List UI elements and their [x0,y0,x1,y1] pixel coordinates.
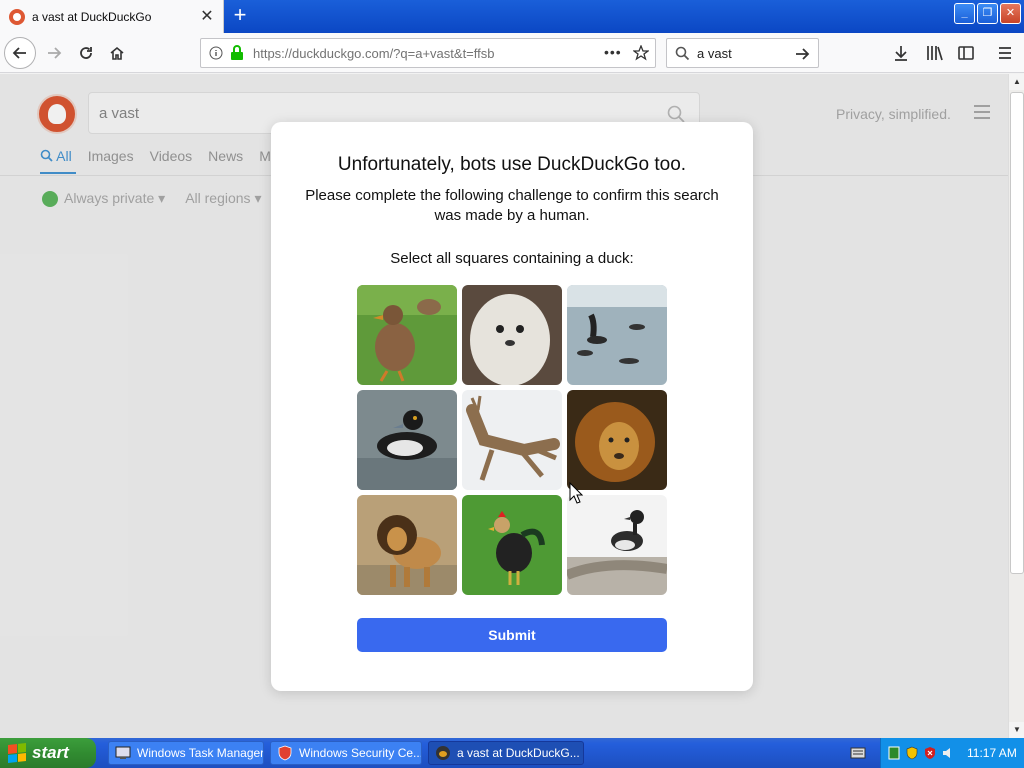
page-actions-icon[interactable]: ••• [604,44,622,60]
close-window-button[interactable]: ✕ [1000,3,1021,24]
forward-arrow-icon [48,47,62,59]
duck-image [357,390,457,490]
lion-image [357,495,457,595]
captcha-subtitle: Please complete the following challenge … [305,187,719,224]
browser-tab[interactable]: a vast at DuckDuckGo ✕ [0,0,224,33]
captcha-tile-rooster[interactable] [462,495,562,595]
system-tray: 11:17 AM [880,738,1024,768]
window-controls: _ ❐ ✕ [954,3,1021,24]
task-manager-icon [115,746,131,759]
url-bar[interactable]: https://duckduckgo.com/?q=a+vast&t=ffsb … [200,38,656,68]
close-tab-icon[interactable]: ✕ [199,8,215,25]
reload-button[interactable] [70,37,102,69]
search-go-arrow-icon[interactable] [794,46,810,62]
info-icon[interactable] [209,46,223,60]
captcha-prompt: Select all squares containing a duck: [390,250,634,267]
duck-image [567,495,667,595]
captcha-tile-duck[interactable] [357,390,457,490]
new-tab-button[interactable]: + [229,4,251,27]
captcha-tile-deer[interactable] [462,390,562,490]
search-bar-input[interactable] [697,45,787,61]
search-bar[interactable] [666,38,819,68]
green-tray-icon[interactable] [887,746,901,760]
navigation-toolbar: https://duckduckgo.com/?q=a+vast&t=ffsb … [0,33,1024,73]
duckduckgo-favicon-icon [9,8,25,25]
library-icon[interactable] [926,45,944,61]
downloads-icon[interactable] [893,45,909,61]
search-icon [675,46,690,61]
windows-taskbar: start Windows Task Manager Windows Secur… [0,738,1024,768]
tab-title: a vast at DuckDuckGo [32,9,152,24]
mouse-cursor-icon [569,482,583,504]
duck-icon [436,746,450,760]
back-button[interactable] [4,37,36,69]
scroll-down-icon[interactable]: ▼ [1009,722,1024,738]
deer-image [462,390,562,490]
bookmark-star-icon[interactable] [633,45,649,61]
sidebar-icon[interactable] [958,45,974,61]
volume-icon[interactable] [941,746,955,760]
lock-icon [231,45,243,60]
minimize-button[interactable]: _ [954,3,975,24]
captcha-tile-seal[interactable] [462,285,562,385]
maximize-button[interactable]: ❐ [977,3,998,24]
duck-image [357,285,457,385]
captcha-tile-penguins[interactable] [567,285,667,385]
security-warning-shield-icon[interactable] [923,746,937,760]
forward-button[interactable] [38,37,70,69]
submit-button[interactable]: Submit [357,618,667,652]
rooster-image [462,495,562,595]
keyboard-icon[interactable] [850,746,866,760]
scroll-thumb[interactable] [1010,92,1024,574]
window-titlebar: a vast at DuckDuckGo ✕ + _ ❐ ✕ [0,0,1024,33]
security-shield-icon [278,745,292,761]
reload-icon [80,47,92,59]
captcha-tile-duck[interactable] [357,285,457,385]
captcha-tile-duck[interactable] [567,495,667,595]
captcha-image-grid [357,285,667,595]
vertical-scrollbar[interactable]: ▲ ▼ [1008,74,1024,738]
seal-image [462,285,562,385]
penguins-image [567,285,667,385]
taskbar-security-center[interactable]: Windows Security Ce... [270,741,422,765]
menu-icon[interactable] [997,45,1013,61]
taskbar-task-manager[interactable]: Windows Task Manager [108,741,264,765]
start-button[interactable]: start [0,738,96,768]
captcha-tile-lion[interactable] [567,390,667,490]
captcha-tile-lion[interactable] [357,495,457,595]
captcha-title: Unfortunately, bots use DuckDuckGo too. [337,154,687,175]
back-arrow-icon [12,47,26,59]
home-icon [110,46,124,60]
system-clock[interactable]: 11:17 AM [967,746,1017,760]
security-alert-shield-icon[interactable] [905,746,919,760]
lion-image [567,390,667,490]
taskbar-firefox[interactable]: a vast at DuckDuckG... [428,741,584,765]
home-button[interactable] [101,37,133,69]
windows-flag-icon [8,743,26,763]
url-text: https://duckduckgo.com/?q=a+vast&t=ffsb [253,46,495,61]
captcha-modal: Unfortunately, bots use DuckDuckGo too. … [271,122,753,691]
scroll-up-icon[interactable]: ▲ [1009,74,1024,90]
